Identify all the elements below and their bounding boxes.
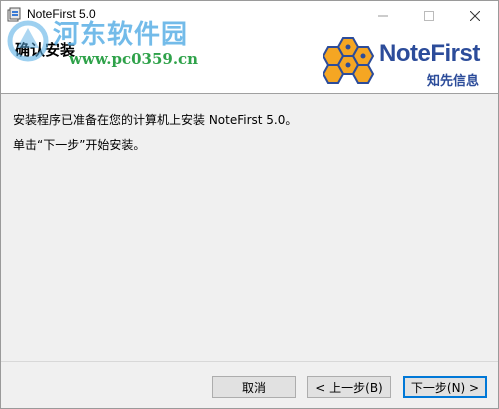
minimize-icon: [378, 15, 388, 16]
maximize-button[interactable]: [406, 1, 452, 30]
logo-subtext: 知先信息: [427, 74, 480, 89]
back-button[interactable]: < 上一步(B): [307, 376, 391, 398]
notefirst-logo: NoteFirst 知先信息: [323, 34, 493, 90]
next-button[interactable]: 下一步(N) >: [403, 376, 487, 398]
wizard-header: 确认安装 河东软件园 www.pc0359.cn NoteFirst 知先信息: [1, 20, 498, 93]
installer-window: NoteFirst 5.0 确认安装 河东软件园 www.pc0359.cn N…: [0, 0, 499, 409]
minimize-button[interactable]: [360, 1, 406, 30]
maximize-icon: [424, 10, 434, 21]
cancel-button[interactable]: 取消: [212, 376, 296, 398]
watermark-url: www.pc0359.cn: [69, 50, 199, 68]
watermark-logo-icon: [7, 20, 49, 62]
wizard-content: 安装程序已准备在您的计算机上安装 NoteFirst 5.0。 单击“下一步”开…: [1, 94, 498, 362]
ready-message: 安装程序已准备在您的计算机上安装 NoteFirst 5.0。: [13, 113, 298, 127]
honeycomb-logo-icon: [323, 37, 375, 84]
instruction-message: 单击“下一步”开始安装。: [13, 138, 146, 152]
close-button[interactable]: [452, 1, 498, 30]
logo-text: NoteFirst: [379, 40, 480, 67]
footer-divider: [1, 361, 498, 362]
watermark-site-name: 河东软件园: [53, 20, 189, 50]
close-icon: [470, 10, 480, 21]
